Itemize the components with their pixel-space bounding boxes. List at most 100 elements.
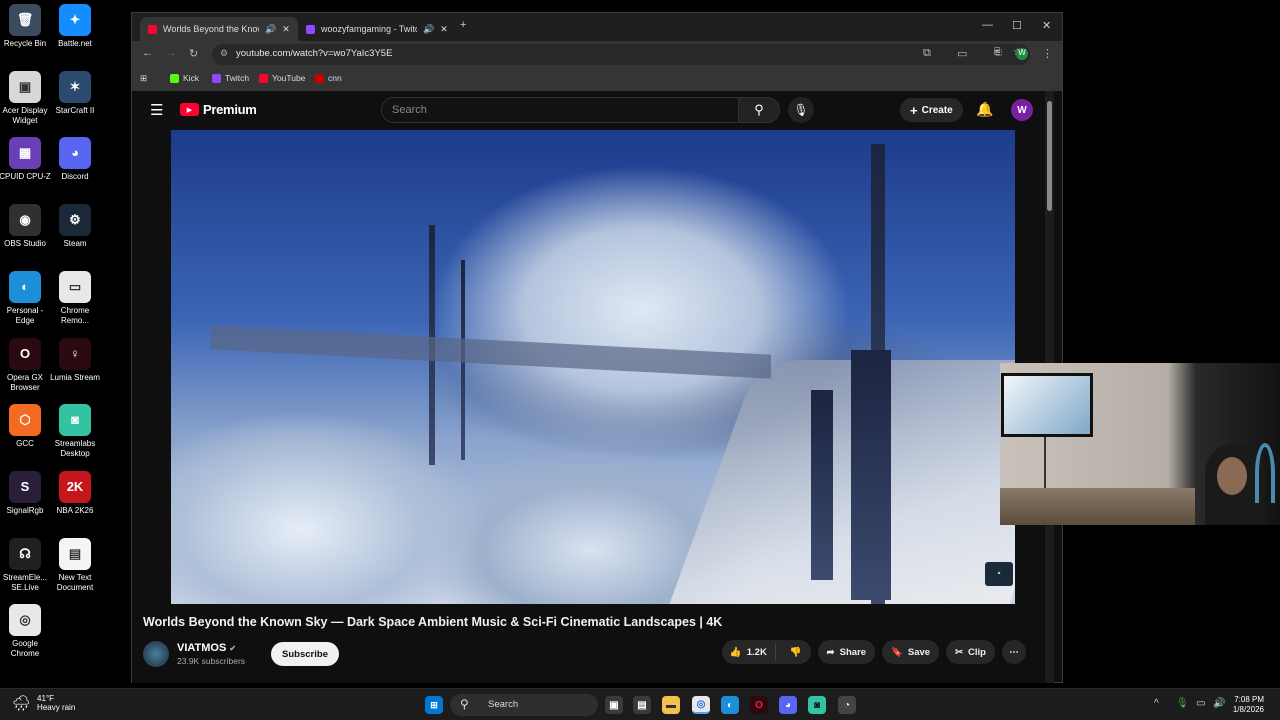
tab-close-icon[interactable]: ✕ <box>440 24 448 35</box>
bookmark-kick[interactable]: Kick <box>170 73 199 83</box>
desktop-shortcut[interactable]: ♀ Lumia Stream <box>48 337 102 383</box>
bookmark-cnn[interactable]: cnn <box>315 73 342 83</box>
address-bar-row: ← → ↻ ⚙ youtube.com/watch?v=wo7YaIc3Y5E … <box>132 41 1062 67</box>
save-button[interactable]: 🔖 Save <box>882 640 940 664</box>
maximize-icon[interactable]: ☐ <box>1012 19 1022 32</box>
desktop-shortcut-label: GCC <box>16 439 34 449</box>
weather-condition: Heavy rain <box>37 703 76 712</box>
hamburger-menu-icon[interactable]: ☰ <box>150 101 163 119</box>
opera-taskbar-icon[interactable]: O <box>750 696 768 714</box>
notifications-bell-icon[interactable]: 🔔 <box>976 101 993 118</box>
channel-avatar[interactable] <box>143 641 169 667</box>
desktop-shortcut[interactable]: ✦ Battle.net <box>48 4 102 49</box>
tab-twitch[interactable]: woozyfamgaming - Twitch 🔊 ✕ <box>298 17 456 41</box>
acer-display-icon: ▣ <box>9 70 41 103</box>
back-icon[interactable]: ← <box>142 47 153 59</box>
task-view-icon[interactable]: ▣ <box>605 696 623 714</box>
temperature: 41°F <box>37 694 55 703</box>
desktop-shortcut[interactable]: ⚙ Steam <box>48 204 102 249</box>
network-icon[interactable]: ▭ <box>1196 698 1205 709</box>
desktop-shortcut[interactable]: S SignalRgb <box>0 470 52 516</box>
text-document-icon: ▤ <box>59 537 91 570</box>
desktop-shortcut[interactable]: ▭ Chrome Remo... <box>48 270 102 326</box>
widgets-icon[interactable]: ▤ <box>633 696 651 714</box>
search-input[interactable]: Search <box>381 97 739 123</box>
tab-close-icon[interactable]: ✕ <box>282 24 290 35</box>
tab-youtube[interactable]: Worlds Beyond the Known 🔊 ✕ <box>140 17 298 41</box>
tray-chevron-icon[interactable]: ^ <box>1154 698 1159 709</box>
desktop-shortcut[interactable]: ▣ Acer Display Widget <box>0 70 52 126</box>
speaker-icon: 🔊 <box>265 23 277 34</box>
create-button[interactable]: + Create <box>900 98 963 122</box>
bookmark-youtube[interactable]: YouTube <box>259 73 305 83</box>
bookmark-label: YouTube <box>272 73 306 83</box>
clock[interactable]: 7:08 PM 1/8/2026 <box>1233 695 1264 715</box>
cnn-icon <box>315 73 324 83</box>
chrome-taskbar-icon[interactable]: ◎ <box>692 696 710 714</box>
subscribe-button[interactable]: Subscribe <box>271 642 339 666</box>
bookmark-twitch[interactable]: Twitch <box>212 73 249 83</box>
desktop-shortcut-label: OBS Studio <box>4 239 46 249</box>
menu-dots-icon[interactable]: ⋮ <box>1042 47 1053 60</box>
streamlabs-taskbar-icon[interactable]: ◙ <box>808 696 826 714</box>
account-avatar[interactable]: W <box>1011 99 1033 121</box>
desktop-shortcut-label: New Text Document <box>56 572 94 592</box>
speaker-icon: 🔊 <box>423 23 435 34</box>
reload-icon[interactable]: ↻ <box>189 47 198 60</box>
url-field[interactable]: ⚙ youtube.com/watch?v=wo7YaIc3Y5E ⎘ ☆ <box>212 44 1030 65</box>
weather-widget[interactable]: 🌧 41°F Heavy rain <box>12 694 75 712</box>
chrome-icon: ◎ <box>9 604 41 637</box>
profile-avatar[interactable]: W <box>1016 48 1028 60</box>
desktop-shortcut[interactable]: ◎ Google Chrome <box>0 604 52 659</box>
new-tab-icon[interactable]: + <box>460 19 466 31</box>
desktop-shortcut[interactable]: ☊ StreamEle... SE.Live <box>0 537 52 593</box>
scroll-thumb[interactable] <box>1047 101 1052 211</box>
sidebar-icon[interactable]: ▭ <box>957 47 967 60</box>
channel-row: VIATMOS ✔ 23.9K subscribers Subscribe <box>143 638 339 670</box>
window-close-icon[interactable]: ✕ <box>1042 19 1051 32</box>
desktop-shortcut[interactable]: O Opera GX Browser <box>0 337 52 393</box>
desktop-shortcut[interactable]: ◉ OBS Studio <box>0 204 52 249</box>
like-button[interactable]: 👍 1.2K <box>722 644 776 660</box>
youtube-logo[interactable]: ▶ Premium <box>180 102 257 117</box>
volume-icon[interactable]: 🔊 <box>1213 698 1225 709</box>
taskbar-search[interactable]: ⚲ Search <box>450 694 598 716</box>
site-info-icon[interactable]: ⚙ <box>220 48 228 59</box>
search-button[interactable]: ⚲ <box>738 97 780 123</box>
extensions-icon[interactable]: ⧉ <box>923 47 931 60</box>
share-button[interactable]: ➦ Share <box>817 640 876 664</box>
channel-info: VIATMOS ✔ 23.9K subscribers <box>177 642 245 666</box>
video-player[interactable]: ▲ <box>171 130 1015 604</box>
forward-icon[interactable]: → <box>166 47 177 59</box>
voice-search-button[interactable]: 🎙 <box>788 97 814 123</box>
desktop-shortcut[interactable]: ▦ CPUID CPU-Z <box>0 137 52 182</box>
desk-surface <box>1000 488 1195 525</box>
city-spire <box>851 350 891 600</box>
desktop-shortcut[interactable]: ▤ New Text Document <box>48 537 102 593</box>
mic-tray-icon[interactable]: 🎙 <box>1176 698 1189 709</box>
desktop-shortcut[interactable]: ◐ Personal - Edge <box>0 270 52 326</box>
create-label: Create <box>921 104 953 116</box>
bookmarks-bar: ⊞ Kick Twitch YouTube cnn <box>132 67 1062 91</box>
channel-name[interactable]: VIATMOS ✔ <box>177 642 245 654</box>
apps-icon[interactable]: ⊞ <box>140 73 147 84</box>
edge-taskbar-icon[interactable]: ◐ <box>721 696 739 714</box>
youtube-favicon-icon <box>148 24 157 34</box>
desktop-shortcut[interactable]: 2K NBA 2K26 <box>48 470 102 516</box>
desktop-shortcut[interactable]: ◙ Streamlabs Desktop <box>48 404 102 459</box>
desktop-shortcut-label: SignalRgb <box>6 505 44 515</box>
desktop-shortcut-label: Google Chrome <box>10 639 40 659</box>
minimize-icon[interactable]: — <box>982 19 993 31</box>
windows-start-icon[interactable]: ⊞ <box>425 696 443 714</box>
desktop-shortcut[interactable]: ⬡ GCC <box>0 404 52 449</box>
desktop-shortcut[interactable]: 🗑 Recycle Bin <box>0 4 52 49</box>
desktop-shortcut[interactable]: ✶ StarCraft II <box>48 70 102 116</box>
discord-taskbar-icon[interactable]: ◕ <box>779 696 797 714</box>
more-actions-button[interactable]: ⋯ <box>1002 640 1026 664</box>
media-control-icon[interactable]: ≡ <box>994 47 1000 59</box>
desktop-shortcut[interactable]: ◕ Discord <box>48 137 102 182</box>
file-explorer-icon[interactable]: ▬ <box>662 696 680 714</box>
clip-button[interactable]: ✂ Clip <box>946 640 995 664</box>
app-taskbar-icon[interactable]: ◔ <box>838 696 856 714</box>
dislike-button[interactable]: 👎 <box>781 647 811 658</box>
